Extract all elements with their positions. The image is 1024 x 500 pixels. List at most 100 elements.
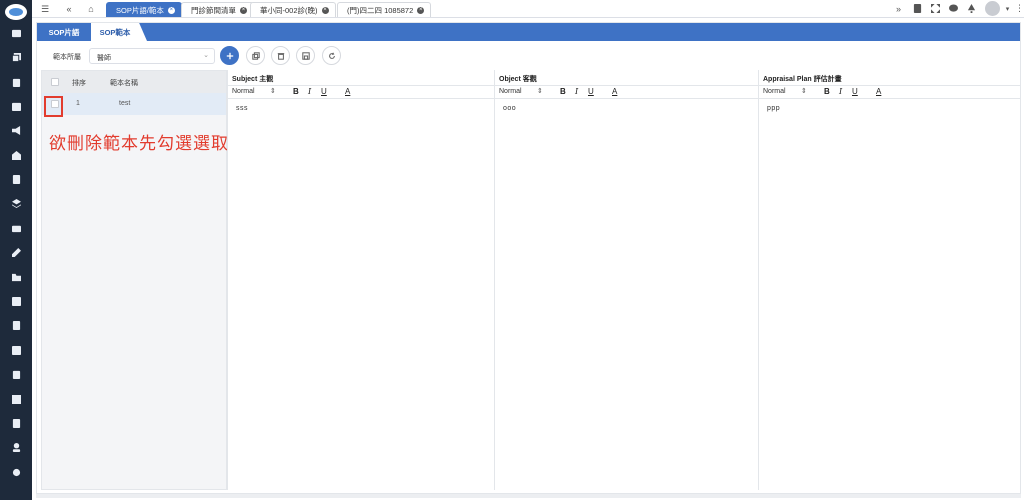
save-icon bbox=[301, 51, 310, 60]
pen-icon[interactable] bbox=[11, 248, 21, 257]
menu-icon[interactable]: ☰ bbox=[38, 2, 52, 16]
top-bar: ☰ « ⌂ SOP片語/範本 × 門診節間清單 × 華小同-002診(晚) × (門)… bbox=[32, 0, 1024, 18]
subject-title: Subject 主觀 bbox=[232, 76, 274, 83]
format-arrows-icon[interactable]: ⇕ bbox=[801, 87, 807, 95]
tab-clinic-session[interactable]: 華小同-002診(晚) × bbox=[250, 2, 336, 17]
layers-icon[interactable] bbox=[11, 199, 21, 208]
tab-label: 華小同-002診(晚) bbox=[260, 5, 318, 15]
appraisal-editor: Appraisal Plan 評估計畫 Normal ⇕ B I U A ppp bbox=[758, 70, 1020, 490]
subject-editor: Subject 主觀 Normal ⇕ B I U A sss bbox=[227, 70, 494, 490]
owner-select[interactable]: 醫師 ⌄ bbox=[89, 48, 215, 64]
font-color-button[interactable]: A bbox=[345, 87, 350, 96]
dashboard-icon[interactable] bbox=[11, 29, 21, 38]
collapse-left-icon[interactable]: « bbox=[62, 2, 76, 16]
megaphone-icon[interactable] bbox=[11, 126, 21, 135]
task-icon[interactable] bbox=[11, 370, 21, 379]
annotation-text: 欲刪除範本先勾選選取框 bbox=[49, 134, 247, 154]
bell-icon[interactable] bbox=[966, 3, 977, 14]
underline-button[interactable]: U bbox=[852, 87, 858, 96]
plus-icon bbox=[226, 52, 233, 59]
image-icon[interactable] bbox=[11, 346, 21, 355]
subject-content[interactable]: sss bbox=[236, 105, 248, 112]
avatar[interactable] bbox=[985, 1, 1000, 16]
left-rail bbox=[0, 0, 32, 500]
notes-icon[interactable] bbox=[11, 419, 21, 428]
bold-button[interactable]: B bbox=[560, 87, 566, 96]
user-icon[interactable] bbox=[11, 443, 21, 452]
chevron-down-icon: ⌄ bbox=[203, 52, 209, 59]
italic-button[interactable]: I bbox=[575, 87, 578, 96]
italic-button[interactable]: I bbox=[839, 87, 842, 96]
tab-clinic-list[interactable]: 門診節間清單 × bbox=[181, 2, 254, 17]
home-icon[interactable]: ⌂ bbox=[84, 2, 98, 16]
folder-icon[interactable] bbox=[11, 273, 21, 282]
toolbar: 範本所屬 醫師 ⌄ bbox=[37, 43, 1020, 69]
editor-toolbar: Normal ⇕ B I U A bbox=[759, 85, 1020, 99]
highlight-box bbox=[44, 96, 63, 117]
format-arrows-icon[interactable]: ⇕ bbox=[537, 87, 543, 95]
close-icon[interactable]: × bbox=[417, 6, 425, 14]
row-name: test bbox=[119, 100, 131, 107]
clipboard-icon[interactable] bbox=[11, 78, 21, 87]
owner-label: 範本所屬 bbox=[53, 54, 81, 61]
hospital-icon[interactable] bbox=[11, 151, 21, 160]
grid-icon[interactable] bbox=[11, 395, 21, 404]
delete-button[interactable] bbox=[271, 46, 290, 65]
select-all-checkbox[interactable] bbox=[51, 78, 59, 86]
copy-button[interactable] bbox=[246, 46, 265, 65]
expand-right-icon[interactable]: » bbox=[893, 3, 904, 14]
underline-button[interactable]: U bbox=[588, 87, 594, 96]
tab-label: SOP片語/範本 bbox=[116, 5, 164, 15]
tab-sop-phrases[interactable]: SOP片語 bbox=[37, 23, 91, 41]
more-icon[interactable]: ⋮ bbox=[1014, 3, 1024, 14]
tab-label: 門診節間清單 bbox=[191, 5, 236, 15]
close-icon[interactable]: × bbox=[167, 6, 175, 14]
bold-button[interactable]: B bbox=[824, 87, 830, 96]
report-icon[interactable] bbox=[11, 297, 21, 306]
app-logo bbox=[5, 4, 27, 20]
add-button[interactable] bbox=[220, 46, 239, 65]
close-icon[interactable]: × bbox=[321, 6, 329, 14]
appraisal-content[interactable]: ppp bbox=[767, 105, 780, 112]
file-icon[interactable] bbox=[912, 3, 923, 14]
document-icon[interactable] bbox=[11, 175, 21, 184]
fullscreen-icon[interactable] bbox=[930, 3, 941, 14]
font-color-button[interactable]: A bbox=[876, 87, 881, 96]
sub-tab-bar: SOP片語 SOP範本 bbox=[37, 23, 1020, 41]
bold-button[interactable]: B bbox=[293, 87, 299, 96]
editor-toolbar: Normal ⇕ B I U A bbox=[495, 85, 758, 99]
horizontal-scrollbar[interactable] bbox=[36, 494, 1021, 498]
list-icon[interactable] bbox=[11, 321, 21, 330]
close-icon[interactable]: × bbox=[240, 6, 247, 14]
column-name: 範本名稱 bbox=[110, 80, 138, 87]
content-frame: SOP片語 SOP範本 範本所屬 醫師 ⌄ 排序 範本名稱 1 test 欲刪除… bbox=[36, 22, 1021, 494]
format-select[interactable]: Normal bbox=[499, 88, 522, 95]
owner-select-value: 醫師 bbox=[97, 55, 111, 62]
underline-button[interactable]: U bbox=[321, 87, 327, 96]
column-order: 排序 bbox=[72, 80, 86, 87]
chevron-down-icon[interactable]: ▾ bbox=[1002, 3, 1013, 14]
tab-patient[interactable]: (門)四二四 1085872 × bbox=[337, 2, 432, 17]
template-list: 排序 範本名稱 1 test 欲刪除範本先勾選選取框 bbox=[41, 70, 246, 490]
refresh-icon bbox=[328, 52, 335, 59]
copy-icon[interactable] bbox=[11, 53, 21, 62]
tab-label: (門)四二四 1085872 bbox=[347, 5, 414, 15]
format-arrows-icon[interactable]: ⇕ bbox=[270, 87, 276, 95]
chat-icon[interactable] bbox=[948, 3, 959, 14]
italic-button[interactable]: I bbox=[308, 87, 311, 96]
font-color-button[interactable]: A bbox=[612, 87, 617, 96]
settings-icon[interactable] bbox=[11, 468, 21, 477]
refresh-button[interactable] bbox=[322, 46, 341, 65]
calendar-icon[interactable] bbox=[11, 102, 21, 111]
tab-sop-templates[interactable]: SOP片語/範本 × bbox=[106, 2, 182, 17]
card-icon[interactable] bbox=[11, 224, 21, 233]
editor-toolbar: Normal ⇕ B I U A bbox=[228, 85, 494, 99]
tab-sop-templates-sub[interactable]: SOP範本 bbox=[91, 23, 147, 41]
format-select[interactable]: Normal bbox=[232, 88, 255, 95]
object-content[interactable]: ooo bbox=[503, 105, 516, 112]
row-order: 1 bbox=[76, 100, 80, 107]
table-row[interactable]: 1 test bbox=[42, 93, 226, 115]
save-button[interactable] bbox=[296, 46, 315, 65]
format-select[interactable]: Normal bbox=[763, 88, 786, 95]
trash-icon bbox=[277, 52, 284, 60]
